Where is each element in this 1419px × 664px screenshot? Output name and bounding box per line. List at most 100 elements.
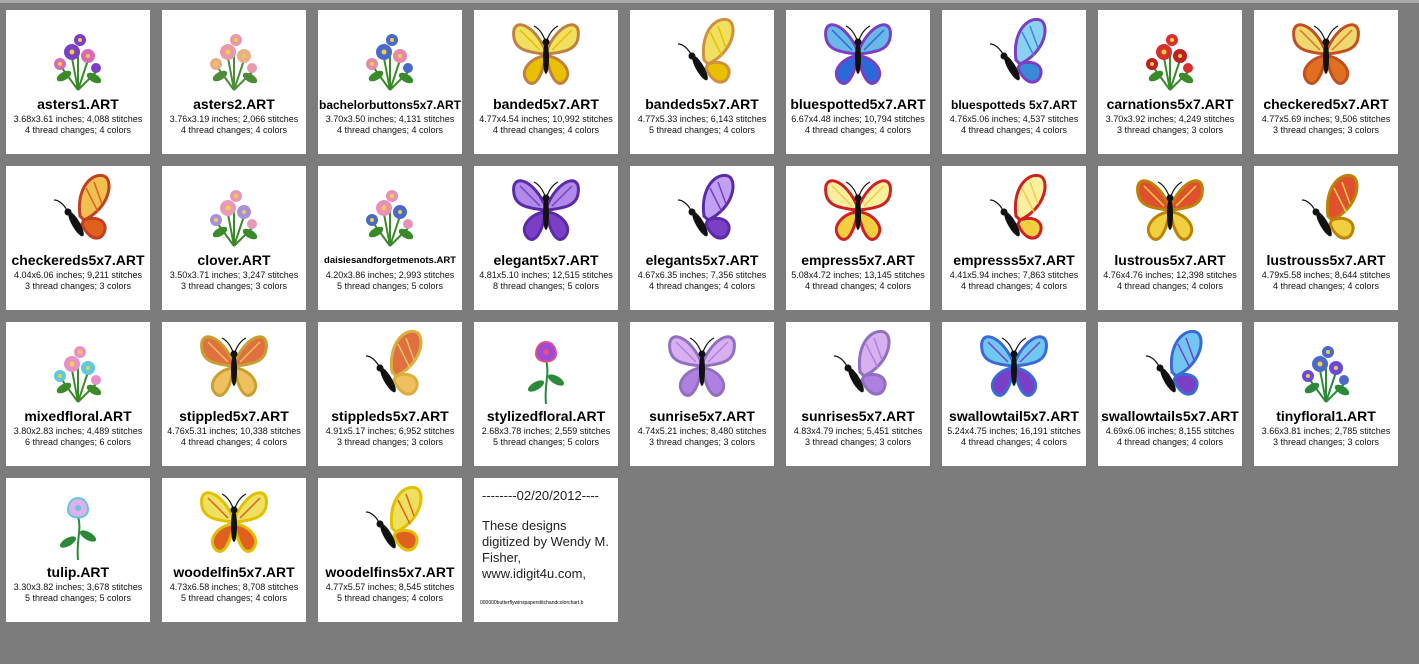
design-size-stitches: 4.74x5.21 inches; 8,480 stitches xyxy=(637,426,767,436)
design-filename: elegant5x7.ART xyxy=(493,252,599,268)
design-tile[interactable]: sunrises5x7.ART 4.83x4.79 inches; 5,451 s… xyxy=(786,322,930,466)
design-thread-colors: 3 thread changes; 3 colors xyxy=(1116,125,1224,135)
flower-bouquet-icon xyxy=(6,12,150,96)
butterfly-side-icon xyxy=(318,480,462,564)
design-tile[interactable]: swallowtails5x7.ART 4.69x6.06 inches; 8,1… xyxy=(1098,322,1242,466)
design-thread-colors: 3 thread changes; 3 colors xyxy=(336,437,444,447)
design-tile[interactable]: bluespotted5x7.ART 6.67x4.48 inches; 10,7… xyxy=(786,10,930,154)
design-filename: lustrouss5x7.ART xyxy=(1266,252,1386,268)
design-tile[interactable]: checkered5x7.ART 4.77x5.69 inches; 9,506 … xyxy=(1254,10,1398,154)
design-size-stitches: 3.50x3.71 inches; 3,247 stitches xyxy=(169,270,299,280)
design-tile[interactable]: empress5x7.ART 5.08x4.72 inches; 13,145 s… xyxy=(786,166,930,310)
design-filename: bandeds5x7.ART xyxy=(645,96,759,112)
design-filename: swallowtail5x7.ART xyxy=(949,408,1079,424)
design-size-stitches: 2.68x3.78 inches; 2,559 stitches xyxy=(481,426,611,436)
design-thumbnail-grid: asters1.ART 3.68x3.61 inches; 4,088 stitc… xyxy=(6,10,1416,630)
design-thread-colors: 5 thread changes; 5 colors xyxy=(336,281,444,291)
notes-credit: These designs digitized by Wendy M. Fish… xyxy=(482,518,609,581)
design-thread-colors: 6 thread changes; 6 colors xyxy=(24,437,132,447)
design-tile[interactable]: bandeds5x7.ART 4.77x5.33 inches; 6,143 st… xyxy=(630,10,774,154)
design-tile[interactable]: tinyfloral1.ART 3.66x3.81 inches; 2,785 s… xyxy=(1254,322,1398,466)
butterfly-side-icon xyxy=(318,324,462,408)
notes-source-filename: 000000butterflywinspaperstitchandcolorch… xyxy=(480,600,584,606)
design-filename: sunrise5x7.ART xyxy=(649,408,755,424)
design-tile[interactable]: stippled5x7.ART 4.76x5.31 inches; 10,338 … xyxy=(162,322,306,466)
design-stats: 4.76x4.76 inches; 12,398 stitches 4 threa… xyxy=(1098,270,1242,292)
design-stats: 5.24x4.75 inches; 16,191 stitches 4 threa… xyxy=(942,426,1086,448)
design-tile[interactable]: empresss5x7.ART 4.41x5.94 inches; 7,863 s… xyxy=(942,166,1086,310)
top-border xyxy=(0,0,1419,3)
design-stats: 4.20x3.86 inches; 2,993 stitches 5 thread… xyxy=(318,270,462,292)
design-size-stitches: 4.67x6.35 inches; 7,356 stitches xyxy=(637,270,767,280)
design-tile[interactable]: stippleds5x7.ART 4.91x5.17 inches; 6,952 … xyxy=(318,322,462,466)
design-filename: sunrises5x7.ART xyxy=(801,408,915,424)
design-filename: elegants5x7.ART xyxy=(645,252,759,268)
design-size-stitches: 4.69x6.06 inches; 8,155 stitches xyxy=(1105,426,1235,436)
design-size-stitches: 4.04x6.06 inches; 9,211 stitches xyxy=(14,270,142,280)
design-tile[interactable]: swallowtail5x7.ART 5.24x4.75 inches; 16,1… xyxy=(942,322,1086,466)
design-tile[interactable]: lustrouss5x7.ART 4.79x5.58 inches; 8,644 … xyxy=(1254,166,1398,310)
design-tile[interactable]: tulip.ART 3.30x3.82 inches; 3,678 stitche… xyxy=(6,478,150,622)
design-stats: 4.73x6.58 inches; 8,708 stitches 5 thread… xyxy=(162,582,306,604)
design-tile[interactable]: checkereds5x7.ART 4.04x6.06 inches; 9,211… xyxy=(6,166,150,310)
design-stats: 3.76x3.19 inches; 2,066 stitches 4 thread… xyxy=(162,114,306,136)
design-tile[interactable]: carnations5x7.ART 3.70x3.92 inches; 4,249… xyxy=(1098,10,1242,154)
design-stats: 4.83x4.79 inches; 5,451 stitches 3 thread… xyxy=(786,426,930,448)
design-size-stitches: 3.30x3.82 inches; 3,678 stitches xyxy=(13,582,143,592)
design-tile[interactable]: woodelfins5x7.ART 4.77x5.57 inches; 8,545… xyxy=(318,478,462,622)
design-stats: 4.77x4.54 inches; 10,992 stitches 4 threa… xyxy=(474,114,618,136)
design-thread-colors: 4 thread changes; 4 colors xyxy=(960,281,1068,291)
design-tile[interactable]: woodelfin5x7.ART 4.73x6.58 inches; 8,708 … xyxy=(162,478,306,622)
design-stats: 3.80x2.83 inches; 4,489 stitches 6 thread… xyxy=(6,426,150,448)
design-filename: tinyfloral1.ART xyxy=(1276,408,1376,424)
design-size-stitches: 3.80x2.83 inches; 4,489 stitches xyxy=(13,426,143,436)
design-size-stitches: 4.77x5.57 inches; 8,545 stitches xyxy=(325,582,455,592)
flower-bouquet-icon xyxy=(6,324,150,408)
design-thread-colors: 4 thread changes; 4 colors xyxy=(1116,281,1224,291)
flower-bouquet-icon xyxy=(318,12,462,96)
design-stats: 6.67x4.48 inches; 10,794 stitches 4 threa… xyxy=(786,114,930,136)
flower-single-icon xyxy=(6,480,150,564)
flower-single-icon xyxy=(474,324,618,408)
design-tile[interactable]: sunrise5x7.ART 4.74x5.21 inches; 8,480 st… xyxy=(630,322,774,466)
design-stats: 4.77x5.69 inches; 9,506 stitches 3 thread… xyxy=(1254,114,1398,136)
design-tile[interactable]: banded5x7.ART 4.77x4.54 inches; 10,992 st… xyxy=(474,10,618,154)
design-tile[interactable]: asters1.ART 3.68x3.61 inches; 4,088 stitc… xyxy=(6,10,150,154)
design-thread-colors: 4 thread changes; 4 colors xyxy=(1116,437,1224,447)
design-filename: checkereds5x7.ART xyxy=(11,252,145,268)
design-size-stitches: 5.24x4.75 inches; 16,191 stitches xyxy=(947,426,1081,436)
flower-bouquet-icon xyxy=(318,168,462,252)
butterfly-icon xyxy=(474,168,618,252)
design-size-stitches: 4.76x5.06 inches; 4,537 stitches xyxy=(949,114,1079,124)
design-thread-colors: 4 thread changes; 4 colors xyxy=(336,125,444,135)
design-size-stitches: 4.76x5.31 inches; 10,338 stitches xyxy=(167,426,301,436)
design-stats: 4.74x5.21 inches; 8,480 stitches 3 thread… xyxy=(630,426,774,448)
design-tile[interactable]: mixedfloral.ART 3.80x2.83 inches; 4,489 s… xyxy=(6,322,150,466)
design-tile[interactable]: lustrous5x7.ART 4.76x4.76 inches; 12,398 … xyxy=(1098,166,1242,310)
design-thread-colors: 4 thread changes; 4 colors xyxy=(804,125,912,135)
design-filename: stylizedfloral.ART xyxy=(486,408,606,424)
design-filename: stippled5x7.ART xyxy=(179,408,289,424)
design-tile[interactable]: clover.ART 3.50x3.71 inches; 3,247 stitch… xyxy=(162,166,306,310)
design-size-stitches: 3.66x3.81 inches; 2,785 stitches xyxy=(1261,426,1391,436)
design-filename: carnations5x7.ART xyxy=(1106,96,1234,112)
design-filename: asters1.ART xyxy=(37,96,119,112)
design-tile[interactable]: elegants5x7.ART 4.67x6.35 inches; 7,356 s… xyxy=(630,166,774,310)
butterfly-side-icon xyxy=(1254,168,1398,252)
design-filename: empress5x7.ART xyxy=(801,252,915,268)
design-thread-colors: 5 thread changes; 5 colors xyxy=(24,593,132,603)
design-tile[interactable]: stylizedfloral.ART 2.68x3.78 inches; 2,55… xyxy=(474,322,618,466)
design-filename: woodelfins5x7.ART xyxy=(325,564,455,580)
design-tile[interactable]: elegant5x7.ART 4.81x5.10 inches; 12,515 s… xyxy=(474,166,618,310)
design-size-stitches: 4.76x4.76 inches; 12,398 stitches xyxy=(1103,270,1237,280)
design-thread-colors: 4 thread changes; 4 colors xyxy=(960,437,1068,447)
butterfly-icon xyxy=(942,324,1086,408)
design-stats: 3.66x3.81 inches; 2,785 stitches 3 thread… xyxy=(1254,426,1398,448)
design-tile[interactable]: bluespotteds 5x7.ART 4.76x5.06 inches; 4,… xyxy=(942,10,1086,154)
design-tile[interactable]: bachelorbuttons5x7.ART 3.70x3.50 inches; … xyxy=(318,10,462,154)
design-tile[interactable]: daisiesandforgetmenots.ART 4.20x3.86 inch… xyxy=(318,166,462,310)
design-stats: 4.77x5.33 inches; 6,143 stitches 5 thread… xyxy=(630,114,774,136)
butterfly-icon xyxy=(1098,168,1242,252)
design-tile[interactable]: asters2.ART 3.76x3.19 inches; 2,066 stitc… xyxy=(162,10,306,154)
design-filename: empresss5x7.ART xyxy=(953,252,1075,268)
